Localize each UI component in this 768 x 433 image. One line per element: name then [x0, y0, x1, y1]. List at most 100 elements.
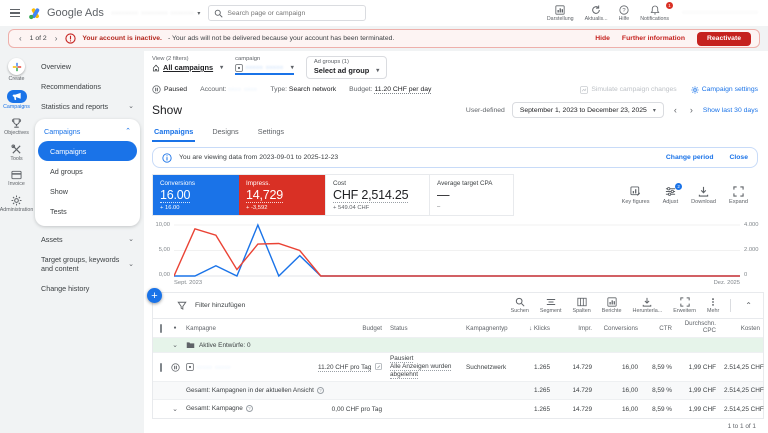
paused-status[interactable]: Paused: [152, 85, 187, 94]
nav-campaigns[interactable]: Campaigns: [38, 141, 137, 161]
nav-target-groups[interactable]: Target groups, keywords and content ⌄: [35, 249, 140, 278]
nav-change-history[interactable]: Change history: [35, 278, 140, 298]
campaign-ctr: 8,59 %: [652, 363, 672, 371]
collapse-table-icon[interactable]: ⌃: [742, 301, 755, 310]
columns-button[interactable]: Spalten: [572, 297, 591, 314]
change-period-link[interactable]: Change period: [666, 154, 714, 161]
nav-show[interactable]: Show: [38, 181, 137, 201]
key-figures-button[interactable]: Key figures: [622, 185, 650, 205]
campaign-settings-label: Campaign settings: [701, 86, 758, 93]
col-conversions[interactable]: Conversions: [597, 323, 643, 334]
col-kosten[interactable]: Kosten: [721, 323, 765, 334]
simulate-changes-button[interactable]: Simulate campaign changes: [580, 85, 677, 94]
time-series-chart[interactable]: 10,00 5,00 0,00 Sept. 2023 Dez. 2025 4.0…: [152, 222, 762, 286]
menu-icon[interactable]: [10, 8, 20, 18]
nav-campaigns-group[interactable]: Campaigns ⌃: [38, 122, 137, 141]
campaign-row[interactable]: ····· ····· 11.20 CHF pro Tag Pausiert A…: [153, 353, 764, 382]
scorecard-avg-target-cpa[interactable]: Average target CPA — –: [429, 175, 513, 215]
chevron-down-icon[interactable]: ⌄: [167, 339, 183, 351]
col-status[interactable]: Status: [387, 323, 463, 334]
appearance-button[interactable]: Darstellung: [547, 4, 574, 22]
nav-overview[interactable]: Overview: [35, 56, 140, 76]
date-controls: User-defined September 1, 2023 to Decemb…: [466, 102, 758, 118]
reactivate-button[interactable]: Reactivate: [696, 31, 751, 46]
reports-button[interactable]: Berichte: [602, 297, 622, 314]
col-cpc[interactable]: Durchschn. CPC: [677, 319, 721, 337]
rail-item-administration[interactable]: Administration: [0, 195, 33, 213]
tab-designs[interactable]: Designs: [210, 123, 240, 142]
rail-item-invoice[interactable]: Invoice: [0, 170, 33, 187]
table-search-button[interactable]: Suchen: [511, 297, 529, 314]
col-kampagne[interactable]: Kampagne: [183, 323, 315, 334]
col-kampagnentyp[interactable]: Kampagnentyp: [463, 323, 515, 334]
date-prev-icon[interactable]: ‹: [671, 105, 680, 115]
close-notice-link[interactable]: Close: [729, 154, 748, 161]
table-download-button[interactable]: Herunterla...: [633, 297, 662, 314]
view-filter[interactable]: View (2 filters) All campaigns ▾: [152, 56, 223, 72]
add-campaign-fab[interactable]: +: [147, 288, 162, 303]
col-budget[interactable]: Budget: [315, 323, 387, 334]
nav-assets[interactable]: Assets ⌄: [35, 229, 140, 249]
scorecard-cost[interactable]: Cost CHF 2,514.25 + 549.04 CHF: [325, 175, 429, 215]
status-column-icon[interactable]: ●: [167, 323, 183, 333]
download-button[interactable]: Download: [691, 186, 716, 205]
rail-item-campaigns[interactable]: Campaigns: [0, 90, 33, 110]
campaign-budget-cell[interactable]: 11.20 CHF pro Tag: [315, 361, 387, 372]
row-checkbox[interactable]: [160, 362, 162, 372]
scorecard-impressions[interactable]: Impress. 14,729 + -3,592: [239, 175, 325, 215]
campaign-kosten: 2.514,25 CHF: [724, 363, 764, 371]
reports-icon: [607, 297, 617, 307]
appearance-icon: [555, 4, 565, 15]
refresh-button[interactable]: Aktualis...: [585, 5, 608, 22]
tab-settings[interactable]: Settings: [256, 123, 286, 142]
help-icon[interactable]: ?: [245, 405, 253, 413]
table-expand-button[interactable]: Erweitern: [673, 297, 696, 314]
more-button[interactable]: Mehr: [707, 297, 719, 314]
help-button[interactable]: ? Hilfe: [618, 4, 630, 22]
adjust-button[interactable]: 2 Adjust: [663, 182, 683, 205]
help-label: Hilfe: [618, 15, 630, 22]
campaign-settings-button[interactable]: Campaign settings: [691, 85, 758, 94]
campaign-filter[interactable]: campaign ····· ····· ▾: [235, 56, 294, 75]
notifications-button[interactable]: 1 Notifications: [640, 1, 674, 22]
edit-icon[interactable]: [375, 363, 382, 371]
search-box[interactable]: [208, 5, 367, 21]
rail-item-create[interactable]: Create: [0, 58, 33, 82]
search-input[interactable]: [227, 9, 361, 17]
alert-next-icon[interactable]: ›: [53, 34, 60, 43]
expand-button[interactable]: Expand: [729, 185, 748, 205]
nav-recommendations[interactable]: Recommendations: [35, 76, 140, 96]
google-ads-logo[interactable]: Google Ads: [28, 7, 104, 20]
scorecard-conversions[interactable]: Conversions 16.00 + 16.00: [153, 175, 239, 215]
account-switcher[interactable]: ········ ········ ······· ▾: [112, 10, 201, 17]
budget-field-value[interactable]: 11.20 CHF per day: [374, 86, 432, 94]
chevron-down-icon[interactable]: ⌄: [167, 403, 183, 415]
filter-funnel-icon[interactable]: [177, 301, 187, 311]
nav-statistics[interactable]: Statistics and reports ⌄: [35, 96, 140, 116]
paused-status-icon[interactable]: [170, 362, 180, 372]
campaign-name-link[interactable]: ····· ·····: [183, 361, 315, 373]
page-header: Show User-defined September 1, 2023 to D…: [152, 99, 766, 121]
segment-button[interactable]: Segment: [540, 297, 561, 314]
tab-campaigns[interactable]: Campaigns: [152, 123, 196, 142]
show-last-30-days-link[interactable]: Show last 30 days: [703, 107, 758, 114]
nav-ad-groups[interactable]: Ad groups: [38, 161, 137, 181]
alert-prev-icon[interactable]: ‹: [17, 34, 24, 43]
chevron-down-icon: ▾: [376, 68, 380, 74]
rail-item-objectives[interactable]: Objectives: [0, 118, 33, 136]
col-impr[interactable]: Impr.: [555, 323, 597, 334]
select-all-checkbox[interactable]: [160, 323, 162, 333]
col-ctr[interactable]: CTR: [643, 323, 677, 334]
further-information-link[interactable]: Further information: [622, 35, 685, 42]
add-filter-button[interactable]: Filter hinzufügen: [195, 302, 245, 309]
right-axis: 4.000 2.000 0: [740, 222, 762, 278]
nav-tests[interactable]: Tests: [38, 201, 137, 221]
hide-link[interactable]: Hide: [595, 35, 610, 42]
user-email[interactable]: ·························: [683, 10, 758, 16]
date-range-picker[interactable]: September 1, 2023 to December 23, 2025 ▾: [511, 102, 664, 118]
rail-item-tools[interactable]: Tools: [0, 144, 33, 162]
date-next-icon[interactable]: ›: [687, 105, 696, 115]
col-klicks[interactable]: ↓ Klicks: [515, 323, 555, 334]
ad-group-filter[interactable]: Ad groups (1) Select ad group ▾: [305, 56, 388, 79]
drafts-group-row[interactable]: ⌄ Aktive Entwürfe: 0: [153, 338, 763, 353]
